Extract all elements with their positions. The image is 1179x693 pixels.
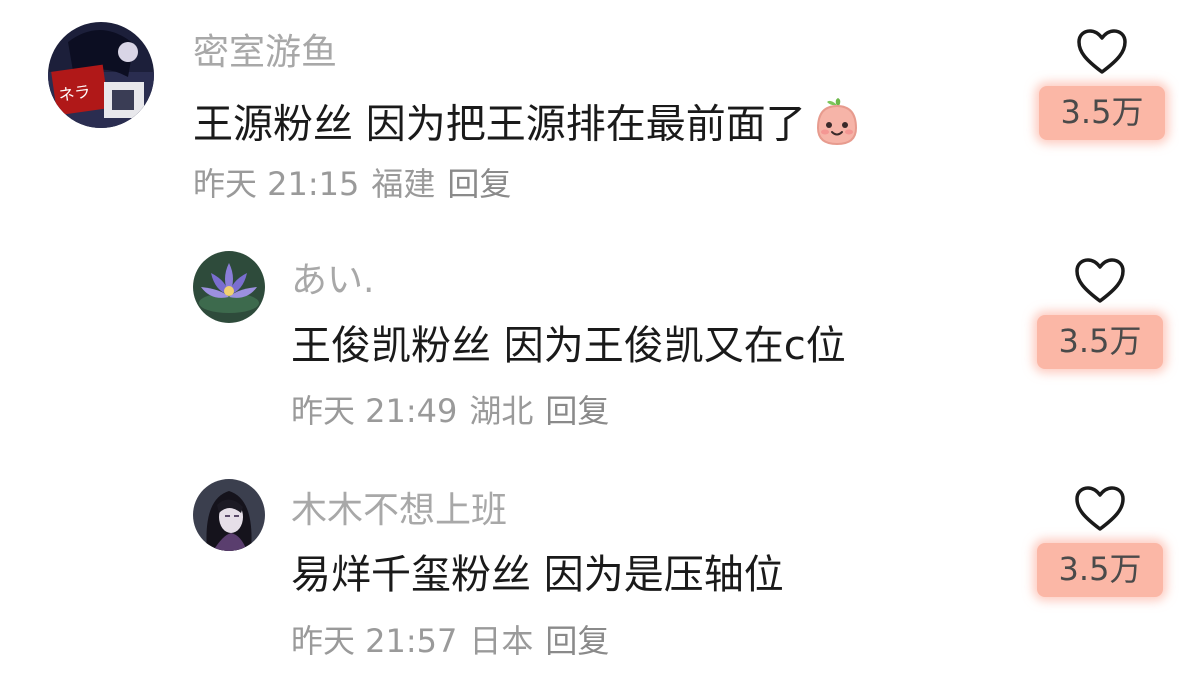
heart-icon[interactable] <box>1074 485 1126 533</box>
reply-button[interactable]: 回复 <box>545 622 609 660</box>
reply-item: あい. 王俊凯粉丝 因为王俊凯又在c位 昨天 21:49 湖北 回复 3.5万 <box>0 235 1179 465</box>
username[interactable]: 密室游鱼 <box>193 35 337 71</box>
like-control[interactable]: 3.5万 <box>1032 28 1172 140</box>
reply-button[interactable]: 回复 <box>447 165 511 203</box>
timestamp: 昨天 21:49 <box>291 392 458 430</box>
comment-text: 王源粉丝 因为把王源排在最前面了 <box>193 98 864 155</box>
heart-icon[interactable] <box>1076 28 1128 76</box>
comment-meta: 昨天 21:15 福建 回复 <box>193 168 523 200</box>
avatar[interactable] <box>193 251 265 323</box>
timestamp: 昨天 21:15 <box>193 165 360 203</box>
heart-icon[interactable] <box>1074 257 1126 305</box>
comment-text: 易烊千玺粉丝 因为是压轴位 <box>291 552 784 598</box>
timestamp: 昨天 21:57 <box>291 622 458 660</box>
like-count: 3.5万 <box>1036 543 1164 597</box>
like-control[interactable]: 3.5万 <box>1030 485 1170 597</box>
username[interactable]: 木木不想上班 <box>291 493 507 529</box>
like-control[interactable]: 3.5万 <box>1030 257 1170 369</box>
like-count: 3.5万 <box>1036 315 1164 369</box>
comment-item: ネラ 密室游鱼 王源粉丝 因为把王源排在最前面了 昨天 21:15 福建回复 <box>0 0 1179 230</box>
comment-meta: 昨天 21:57 日本 回复 <box>291 625 621 657</box>
location: 日本 <box>469 622 534 660</box>
reply-item: 木木不想上班 易烊千玺粉丝 因为是压轴位 昨天 21:57 日本 回复 3.5万 <box>0 465 1179 693</box>
avatar[interactable]: ネラ <box>48 22 154 128</box>
like-count: 3.5万 <box>1038 86 1166 140</box>
reply-button[interactable]: 回复 <box>545 392 609 430</box>
location: 福建 <box>371 165 436 203</box>
comment-text: 王俊凯粉丝 因为王俊凯又在c位 <box>291 323 846 369</box>
username[interactable]: あい. <box>291 263 374 299</box>
location: 湖北 <box>469 392 534 430</box>
comment-meta: 昨天 21:49 湖北 回复 <box>291 395 621 427</box>
comment-text-body: 王源粉丝 因为把王源排在最前面了 <box>193 101 806 148</box>
smiling-blob-emoji-icon <box>810 98 864 155</box>
avatar[interactable] <box>193 479 265 551</box>
